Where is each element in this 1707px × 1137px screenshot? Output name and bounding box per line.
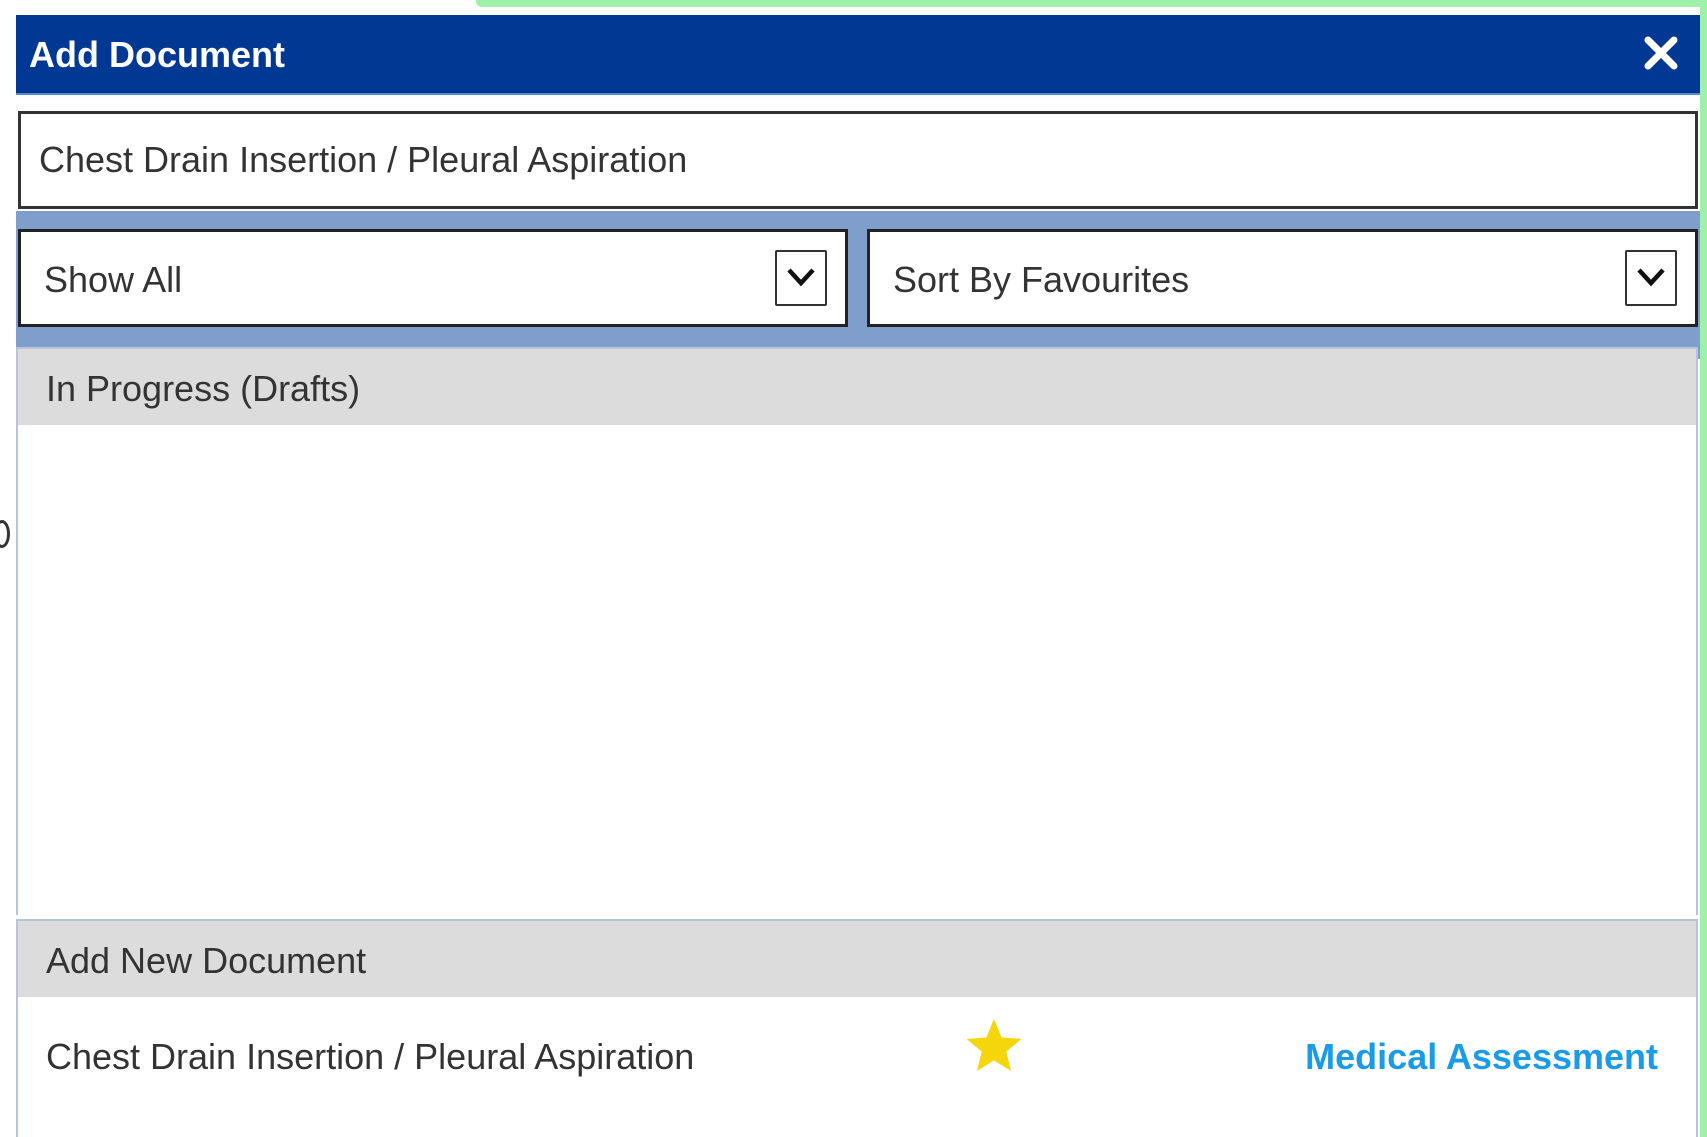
list-item[interactable]: Chest Drain Insertion / Pleural Aspirati… [16,997,1698,1137]
background-edge-fragment [0,520,10,548]
window-accent-right [1700,0,1707,1137]
drafts-section-label: In Progress (Drafts) [46,368,361,409]
sort-value: Sort By Favourites [893,259,1190,300]
document-category-link[interactable]: Medical Assessment [1305,1035,1658,1079]
chevron-down-icon[interactable] [1625,250,1677,306]
document-name: Chest Drain Insertion / Pleural Aspirati… [46,1036,695,1077]
drafts-section-header: In Progress (Drafts) [16,347,1698,427]
dialog-title: Add Document [29,34,285,75]
close-icon [1644,36,1678,70]
drafts-list [16,425,1698,915]
new-document-section-label: Add New Document [46,940,367,981]
window-accent-top [476,0,1707,7]
show-filter-select[interactable]: Show All [18,229,848,327]
close-button[interactable] [1636,28,1686,78]
star-icon[interactable] [964,1017,1024,1078]
add-document-dialog: Add Document Show All Sort By Favourites [16,15,1700,1137]
document-search-input[interactable] [18,111,1698,209]
new-document-section-header: Add New Document [16,919,1698,999]
show-filter-value: Show All [44,259,183,300]
filter-bar: Show All Sort By Favourites [16,211,1700,359]
chevron-down-icon[interactable] [775,250,827,306]
sort-select[interactable]: Sort By Favourites [867,229,1698,327]
dialog-titlebar: Add Document [16,15,1700,95]
